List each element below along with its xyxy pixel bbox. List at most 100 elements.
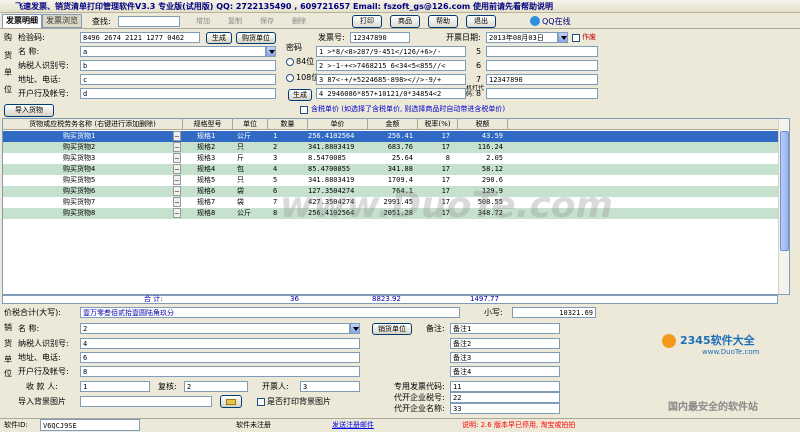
- cell-tax[interactable]: 2.05: [458, 153, 503, 164]
- buyer-bank-field[interactable]: [80, 88, 276, 99]
- cell-name[interactable]: 购买货物5: [63, 175, 173, 186]
- cell-price[interactable]: 256.4102564: [308, 131, 366, 142]
- cell-name[interactable]: 购买货物4: [63, 164, 173, 175]
- buyer-name-field[interactable]: [80, 46, 266, 57]
- copy-button[interactable]: 复制: [228, 15, 242, 27]
- generate-cipher-button[interactable]: 生成: [288, 89, 312, 101]
- cell-tax-rate[interactable]: 17: [418, 164, 450, 175]
- scrollbar-thumb[interactable]: [780, 131, 789, 251]
- header-qty[interactable]: 数量: [268, 119, 308, 130]
- date-dropdown-icon[interactable]: [558, 32, 568, 43]
- delete-button[interactable]: 删除: [292, 15, 306, 27]
- seller-address-field[interactable]: [80, 352, 360, 363]
- cell-tax-rate[interactable]: 17: [418, 142, 450, 153]
- cell-name[interactable]: 购买货物6: [63, 186, 173, 197]
- invoice-number-field[interactable]: [350, 32, 410, 43]
- cell-price[interactable]: 341.8803419: [308, 142, 366, 153]
- cell-amount[interactable]: 256.41: [368, 131, 413, 142]
- remark-field-3[interactable]: [450, 352, 560, 363]
- buyer-taxid-field[interactable]: [80, 60, 276, 71]
- qq-online-link[interactable]: QQ在线: [542, 16, 571, 27]
- search-input[interactable]: [118, 16, 180, 27]
- buyer-unit-button[interactable]: 购货单位: [236, 32, 276, 44]
- software-id-field[interactable]: V6QCJ9SE: [40, 419, 140, 431]
- background-image-field[interactable]: [80, 396, 212, 407]
- seller-name-dropdown-icon[interactable]: [350, 323, 360, 334]
- cell-spec[interactable]: 规格2: [197, 142, 233, 153]
- header-unit[interactable]: 单位: [233, 119, 268, 130]
- buyer-address-field[interactable]: [80, 74, 276, 85]
- row-menu-button[interactable]: –: [173, 186, 181, 196]
- agent-code-field[interactable]: [450, 381, 560, 392]
- vertical-scrollbar[interactable]: [778, 119, 789, 294]
- cell-tax-rate[interactable]: 17: [418, 131, 450, 142]
- row-menu-button[interactable]: –: [173, 197, 181, 207]
- cipher-108-radio[interactable]: [286, 74, 294, 82]
- cell-qty[interactable]: 2: [273, 142, 308, 153]
- cipher-line-2[interactable]: [316, 60, 466, 71]
- cell-spec[interactable]: 规格5: [197, 175, 233, 186]
- row-menu-button[interactable]: –: [173, 131, 181, 141]
- void-checkbox[interactable]: [572, 34, 580, 42]
- cell-spec[interactable]: 规格3: [197, 153, 233, 164]
- header-amount[interactable]: 金额: [368, 119, 418, 130]
- header-spec[interactable]: 规格型号: [183, 119, 233, 130]
- help-button[interactable]: 帮助: [428, 15, 458, 28]
- table-row[interactable]: – 购买货物3 规格3 斤 3 8.5470085 25.64 8 2.05: [3, 153, 779, 164]
- cipher-line-3[interactable]: [316, 74, 466, 85]
- cell-tax-rate[interactable]: 8: [418, 153, 450, 164]
- generate-check-code-button[interactable]: 生成: [206, 32, 232, 44]
- cipher-line-1[interactable]: [316, 46, 466, 57]
- tab-invoice-detail[interactable]: 发票明细: [2, 14, 42, 28]
- seller-bank-field[interactable]: [80, 366, 360, 377]
- table-row[interactable]: – 购买货物2 规格2 只 2 341.8803419 683.76 17 116.24: [3, 142, 779, 153]
- cell-tax[interactable]: 58.12: [458, 164, 503, 175]
- row-menu-button[interactable]: –: [173, 142, 181, 152]
- cell-spec[interactable]: 规格4: [197, 164, 233, 175]
- cell-name[interactable]: 购买货物7: [63, 197, 173, 208]
- cell-name[interactable]: 购买货物8: [63, 208, 173, 219]
- cell-name[interactable]: 购买货物3: [63, 153, 173, 164]
- add-button[interactable]: 增加: [196, 15, 210, 27]
- cell-tax[interactable]: 116.24: [458, 142, 503, 153]
- cipher-field-7[interactable]: [486, 74, 598, 85]
- cell-amount[interactable]: 25.64: [368, 153, 413, 164]
- invoice-date-field[interactable]: [486, 32, 558, 43]
- cipher-field-6[interactable]: [486, 60, 598, 71]
- cell-unit[interactable]: 只: [237, 175, 267, 186]
- cell-qty[interactable]: 4: [273, 164, 308, 175]
- row-menu-button[interactable]: –: [173, 208, 181, 218]
- print-button[interactable]: 打印: [352, 15, 382, 28]
- total-lower-field[interactable]: [512, 307, 596, 318]
- remark-field-2[interactable]: [450, 338, 560, 349]
- goods-button[interactable]: 商品: [390, 15, 420, 28]
- reviewer-field[interactable]: [184, 381, 248, 392]
- cell-unit[interactable]: 袋: [237, 186, 267, 197]
- seller-name-field[interactable]: [80, 323, 350, 334]
- row-menu-button[interactable]: –: [173, 164, 181, 174]
- cell-name[interactable]: 购买货物1: [63, 131, 173, 142]
- cell-spec[interactable]: 规格7: [197, 197, 233, 208]
- cipher-field-8[interactable]: [486, 88, 598, 99]
- table-row[interactable]: – 购买货物1 规格1 公斤 1 256.4102564 256.41 17 43.59: [3, 131, 779, 142]
- cell-price[interactable]: 8.5470085: [308, 153, 366, 164]
- remark-field-4[interactable]: [450, 366, 560, 377]
- buyer-name-dropdown-icon[interactable]: [266, 46, 276, 57]
- cell-name[interactable]: 购买货物2: [63, 142, 173, 153]
- cell-amount[interactable]: 683.76: [368, 142, 413, 153]
- cell-unit[interactable]: 只: [237, 142, 267, 153]
- payee-field[interactable]: [80, 381, 150, 392]
- row-menu-button[interactable]: –: [173, 153, 181, 163]
- cell-tax[interactable]: 43.59: [458, 131, 503, 142]
- remark-field-1[interactable]: [450, 323, 560, 334]
- seller-taxid-field[interactable]: [80, 338, 360, 349]
- tab-invoice-browse[interactable]: 发票浏览: [42, 14, 82, 28]
- cell-unit[interactable]: 袋: [237, 197, 267, 208]
- cell-spec[interactable]: 规格6: [197, 186, 233, 197]
- import-goods-button[interactable]: 导入货物: [4, 104, 54, 117]
- header-price[interactable]: 单价: [308, 119, 368, 130]
- header-tax[interactable]: 税额: [458, 119, 508, 130]
- agent-taxno-field[interactable]: [450, 392, 560, 403]
- cell-spec[interactable]: 规格1: [197, 131, 233, 142]
- total-upper-field[interactable]: [80, 307, 460, 318]
